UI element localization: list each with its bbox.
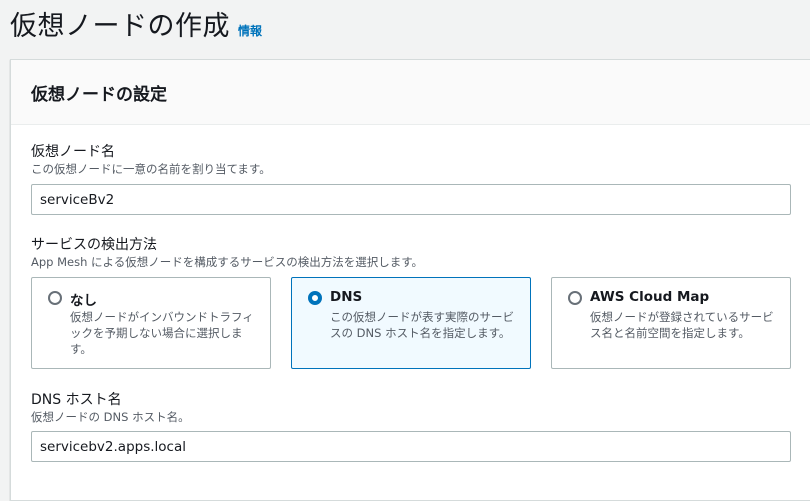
page-title: 仮想ノードの作成 <box>10 11 230 42</box>
node-name-description: この仮想ノードに一意の名前を割り当てます。 <box>31 162 271 176</box>
info-link[interactable]: 情報 <box>238 22 262 39</box>
dns-hostname-field: DNS ホスト名 仮想ノードの DNS ホスト名。 <box>31 391 190 425</box>
discovery-option-cloud-map[interactable]: AWS Cloud Map 仮想ノードが登録されているサービス名と名前空間を指定… <box>551 277 791 369</box>
node-name-field: 仮想ノード名 この仮想ノードに一意の名前を割り当てます。 <box>31 143 271 177</box>
discovery-option-none[interactable]: なし 仮想ノードがインバウンドトラフィックを予期しない場合に選択します。 <box>31 277 271 369</box>
option-title: DNS <box>330 289 363 305</box>
page-header: 仮想ノードの作成 情報 <box>10 4 262 43</box>
dns-hostname-description: 仮想ノードの DNS ホスト名。 <box>31 410 190 424</box>
discovery-option-dns[interactable]: DNS この仮想ノードが表す実際のサービスの DNS ホスト名を指定します。 <box>291 277 531 369</box>
option-description: 仮想ノードが登録されているサービス名と名前空間を指定します。 <box>590 310 774 340</box>
option-title: なし <box>70 293 97 309</box>
dns-hostname-label: DNS ホスト名 <box>31 392 122 408</box>
discovery-method-field: サービスの検出方法 App Mesh による仮想ノードを構成するサービスの検出方… <box>31 236 423 270</box>
discovery-method-description: App Mesh による仮想ノードを構成するサービスの検出方法を選択します。 <box>31 255 424 269</box>
panel-header: 仮想ノードの設定 <box>11 60 810 125</box>
node-name-input[interactable] <box>31 184 791 215</box>
discovery-method-label: サービスの検出方法 <box>31 237 157 253</box>
virtual-node-settings-panel: 仮想ノードの設定 仮想ノード名 この仮想ノードに一意の名前を割り当てます。 サー… <box>10 59 810 501</box>
radio-button[interactable] <box>568 291 582 305</box>
dns-hostname-input[interactable] <box>31 431 791 462</box>
panel-title: 仮想ノードの設定 <box>31 85 167 105</box>
option-description: この仮想ノードが表す実際のサービスの DNS ホスト名を指定します。 <box>330 310 514 340</box>
radio-button-selected[interactable] <box>308 291 322 305</box>
radio-button[interactable] <box>48 291 62 305</box>
node-name-label: 仮想ノード名 <box>31 144 115 160</box>
option-description: 仮想ノードがインバウンドトラフィックを予期しない場合に選択します。 <box>70 310 254 356</box>
option-title: AWS Cloud Map <box>590 289 710 305</box>
